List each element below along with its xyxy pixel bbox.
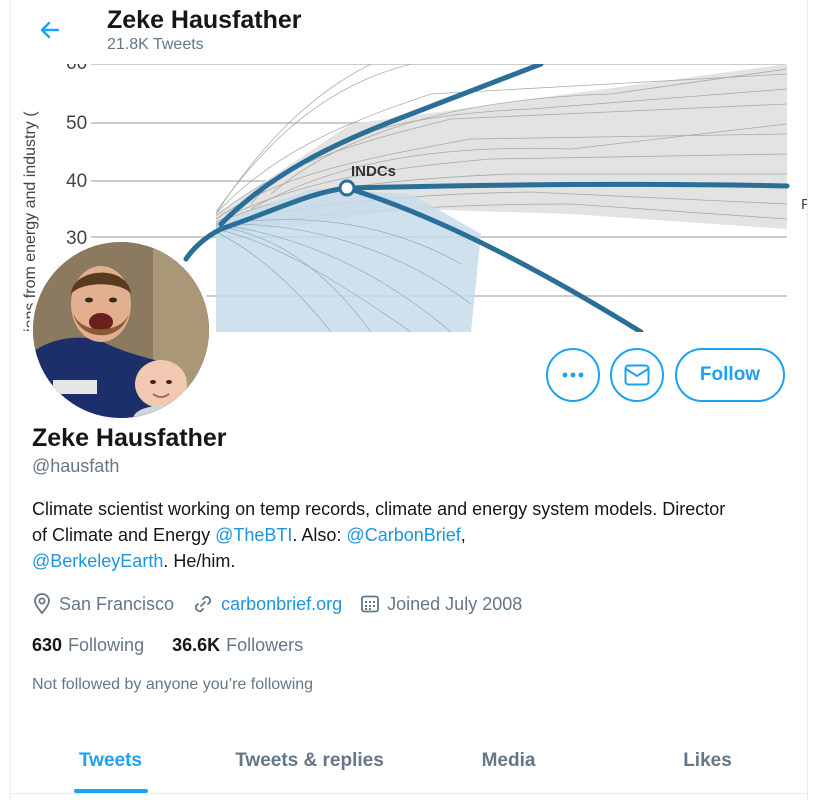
- header-name: Zeke Hausfather: [107, 6, 302, 34]
- tab-likes[interactable]: Likes: [608, 728, 807, 793]
- profile-column: Zeke Hausfather 21.8K Tweets 50 40 30 io…: [10, 0, 808, 800]
- profile-bio: Climate scientist working on temp record…: [32, 496, 732, 574]
- calendar-icon: [361, 595, 380, 613]
- link-icon: [194, 595, 212, 613]
- mention-link-carbonbrief[interactable]: @CarbonBrief: [346, 525, 460, 545]
- tab-label: Tweets: [78, 749, 142, 771]
- location-item: San Francisco: [32, 593, 174, 615]
- mention-link-thebti[interactable]: @TheBTI: [215, 525, 292, 545]
- followers-label: Followers: [226, 635, 304, 655]
- banner-edge-letter: F: [801, 196, 807, 213]
- envelope-icon: [624, 364, 650, 386]
- followers-count: 36.6K: [172, 635, 221, 655]
- more-dots-icon: [562, 372, 584, 378]
- location-pin-icon: [34, 593, 50, 615]
- profile-meta: San Francisco carbonbrief.org Joined Jul…: [32, 591, 540, 617]
- bio-text: . Also:: [292, 525, 347, 545]
- joined-text: Joined July 2008: [387, 593, 523, 614]
- tab-label: Tweets & replies: [235, 749, 384, 771]
- profile-tabs: Tweets Tweets & replies Media Likes: [11, 728, 807, 794]
- banner-y-tick: 60: [66, 64, 87, 74]
- message-button[interactable]: [610, 348, 664, 402]
- active-tab-indicator: [73, 789, 148, 793]
- banner-annotation: INDCs: [351, 163, 396, 180]
- website-link[interactable]: carbonbrief.org: [221, 594, 342, 615]
- profile-header-bar: Zeke Hausfather 21.8K Tweets: [11, 0, 807, 64]
- profile-handle: @hausfath: [32, 456, 120, 476]
- tab-tweets[interactable]: Tweets: [11, 728, 210, 793]
- back-button[interactable]: [33, 13, 67, 47]
- arrow-left-icon: [40, 21, 60, 39]
- tab-media[interactable]: Media: [409, 728, 608, 793]
- follow-button[interactable]: Follow: [675, 348, 785, 402]
- banner-y-tick: 40: [66, 171, 87, 192]
- profile-stats: 630 Following 36.6K Followers: [32, 635, 331, 656]
- website-item: carbonbrief.org: [192, 593, 342, 615]
- following-label: Following: [68, 635, 145, 655]
- banner-y-tick: 50: [66, 113, 87, 134]
- tab-tweets-and-replies[interactable]: Tweets & replies: [210, 728, 409, 793]
- following-link[interactable]: 630 Following: [32, 635, 144, 656]
- profile-avatar[interactable]: [29, 238, 213, 422]
- header-tweet-count: 21.8K Tweets: [107, 36, 204, 53]
- mention-link-berkeleyearth[interactable]: @BerkeleyEarth: [32, 551, 163, 571]
- joined-item: Joined July 2008: [360, 594, 522, 615]
- profile-name: Zeke Hausfather: [32, 424, 227, 452]
- tab-label: Media: [481, 749, 536, 771]
- bio-text: ,: [460, 525, 466, 545]
- followed-by-note: Not followed by anyone you’re following: [32, 676, 314, 693]
- followers-link[interactable]: 36.6K Followers: [172, 635, 303, 656]
- avatar-photo: [33, 242, 209, 418]
- location-text: San Francisco: [59, 593, 175, 614]
- following-count: 630: [32, 635, 63, 655]
- bio-text: . He/him.: [163, 551, 236, 571]
- more-options-button[interactable]: [546, 348, 600, 402]
- tab-label: Likes: [683, 749, 732, 771]
